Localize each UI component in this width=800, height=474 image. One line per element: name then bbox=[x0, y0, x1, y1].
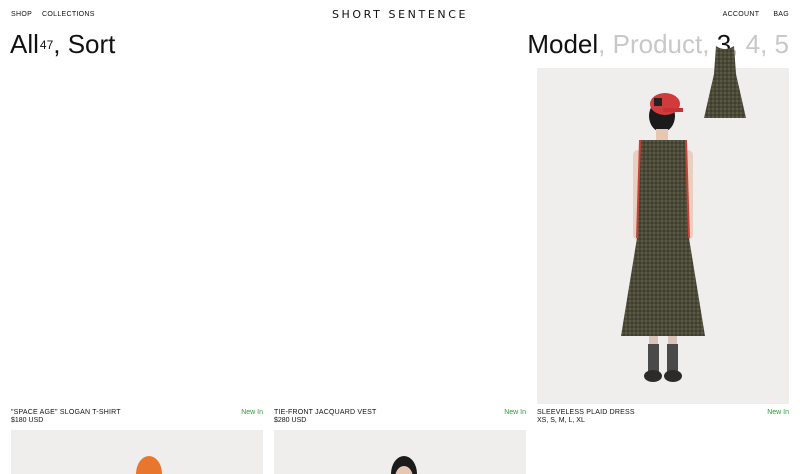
product-image-sleeveless-plaid-dress[interactable] bbox=[537, 68, 789, 404]
product-card-2-meta: TIE-FRONT JACQUARD VEST $280 USD bbox=[274, 409, 474, 425]
brand-logo[interactable]: SHORT SENTENCE bbox=[0, 8, 800, 21]
grid-5-option[interactable]: 5 bbox=[775, 29, 789, 59]
product-title[interactable]: TIE-FRONT JACQUARD VEST bbox=[274, 409, 474, 417]
sort-button[interactable]: Sort bbox=[68, 29, 116, 59]
product-sizes: XS, S, M, L, XL bbox=[537, 417, 585, 424]
product-price: $280 USD bbox=[274, 417, 307, 424]
hat-icon bbox=[650, 93, 683, 115]
product-card-1-meta: "SPACE AGE" SLOGAN T-SHIRT $180 USD bbox=[11, 409, 211, 425]
listing-heading: All47, Sort bbox=[10, 28, 115, 60]
nav-bag-link[interactable]: BAG bbox=[773, 11, 789, 18]
product-image-row2-2[interactable] bbox=[274, 430, 526, 474]
view-switcher: Model, Product, 3, 4, 5 bbox=[527, 29, 789, 59]
grid-4-option[interactable]: 4 bbox=[746, 29, 760, 59]
product-image-row2-1[interactable] bbox=[11, 430, 263, 474]
account-nav: ACCOUNT BAG bbox=[723, 11, 789, 18]
product-count: 47 bbox=[39, 38, 54, 52]
product-thumbnail-dress[interactable] bbox=[704, 44, 746, 120]
nav-account-link[interactable]: ACCOUNT bbox=[723, 11, 760, 18]
new-in-badge: New In bbox=[767, 409, 789, 416]
new-in-badge: New In bbox=[241, 409, 263, 416]
model-photo bbox=[621, 93, 705, 382]
product-title[interactable]: SLEEVELESS PLAID DRESS bbox=[537, 409, 737, 417]
product-title[interactable]: "SPACE AGE" SLOGAN T-SHIRT bbox=[11, 409, 211, 417]
heading-comma: , bbox=[53, 29, 68, 59]
product-price: $180 USD bbox=[11, 417, 44, 424]
product-card-3-meta: SLEEVELESS PLAID DRESS XS, S, M, L, XL bbox=[537, 409, 737, 425]
new-in-badge: New In bbox=[504, 409, 526, 416]
view-model-option[interactable]: Model bbox=[527, 29, 598, 59]
view-product-option[interactable]: Product bbox=[613, 29, 703, 59]
filter-all[interactable]: All bbox=[10, 29, 39, 59]
